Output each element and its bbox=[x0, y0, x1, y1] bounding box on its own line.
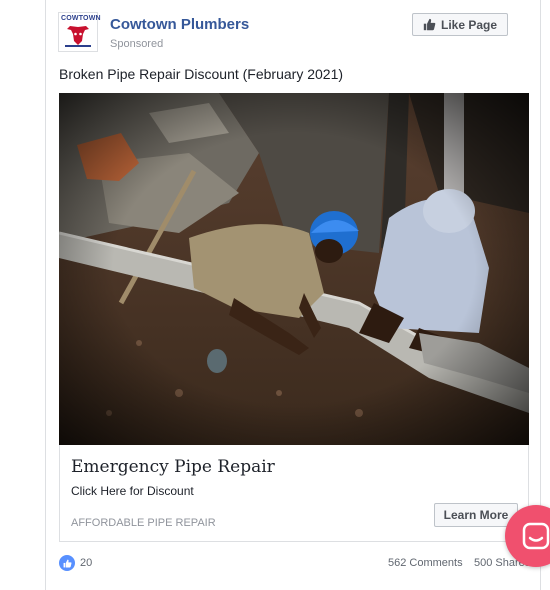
link-description: Click Here for Discount bbox=[71, 484, 194, 498]
comments-count[interactable]: 562 Comments bbox=[388, 557, 463, 569]
ad-post-card: COWTOWN Cowtown Plumbers Sponsored Like … bbox=[45, 0, 541, 590]
page-logo[interactable]: COWTOWN bbox=[58, 12, 101, 52]
link-preview[interactable]: Emergency Pipe Repair Click Here for Dis… bbox=[59, 445, 529, 542]
likes-count: 20 bbox=[80, 557, 93, 569]
like-reaction-icon bbox=[59, 555, 75, 571]
logo-text: COWTOWN bbox=[61, 15, 101, 22]
chat-icon bbox=[522, 522, 550, 550]
workers-repairing-pipe-image bbox=[59, 93, 529, 445]
like-page-label: Like Page bbox=[440, 17, 498, 32]
link-title[interactable]: Emergency Pipe Repair bbox=[71, 457, 275, 477]
post-text: Broken Pipe Repair Discount (February 20… bbox=[59, 66, 344, 82]
sponsored-label: Sponsored bbox=[110, 38, 164, 50]
reaction-summary[interactable]: 20 bbox=[59, 555, 92, 571]
thumbs-up-icon bbox=[63, 559, 72, 567]
page-name-link[interactable]: Cowtown Plumbers bbox=[110, 16, 249, 33]
thumbs-up-icon bbox=[423, 18, 436, 31]
ad-photo[interactable] bbox=[59, 93, 529, 445]
learn-more-button[interactable]: Learn More bbox=[434, 503, 518, 527]
like-page-button[interactable]: Like Page bbox=[412, 13, 508, 36]
link-domain: AFFORDABLE PIPE REPAIR bbox=[71, 517, 216, 529]
